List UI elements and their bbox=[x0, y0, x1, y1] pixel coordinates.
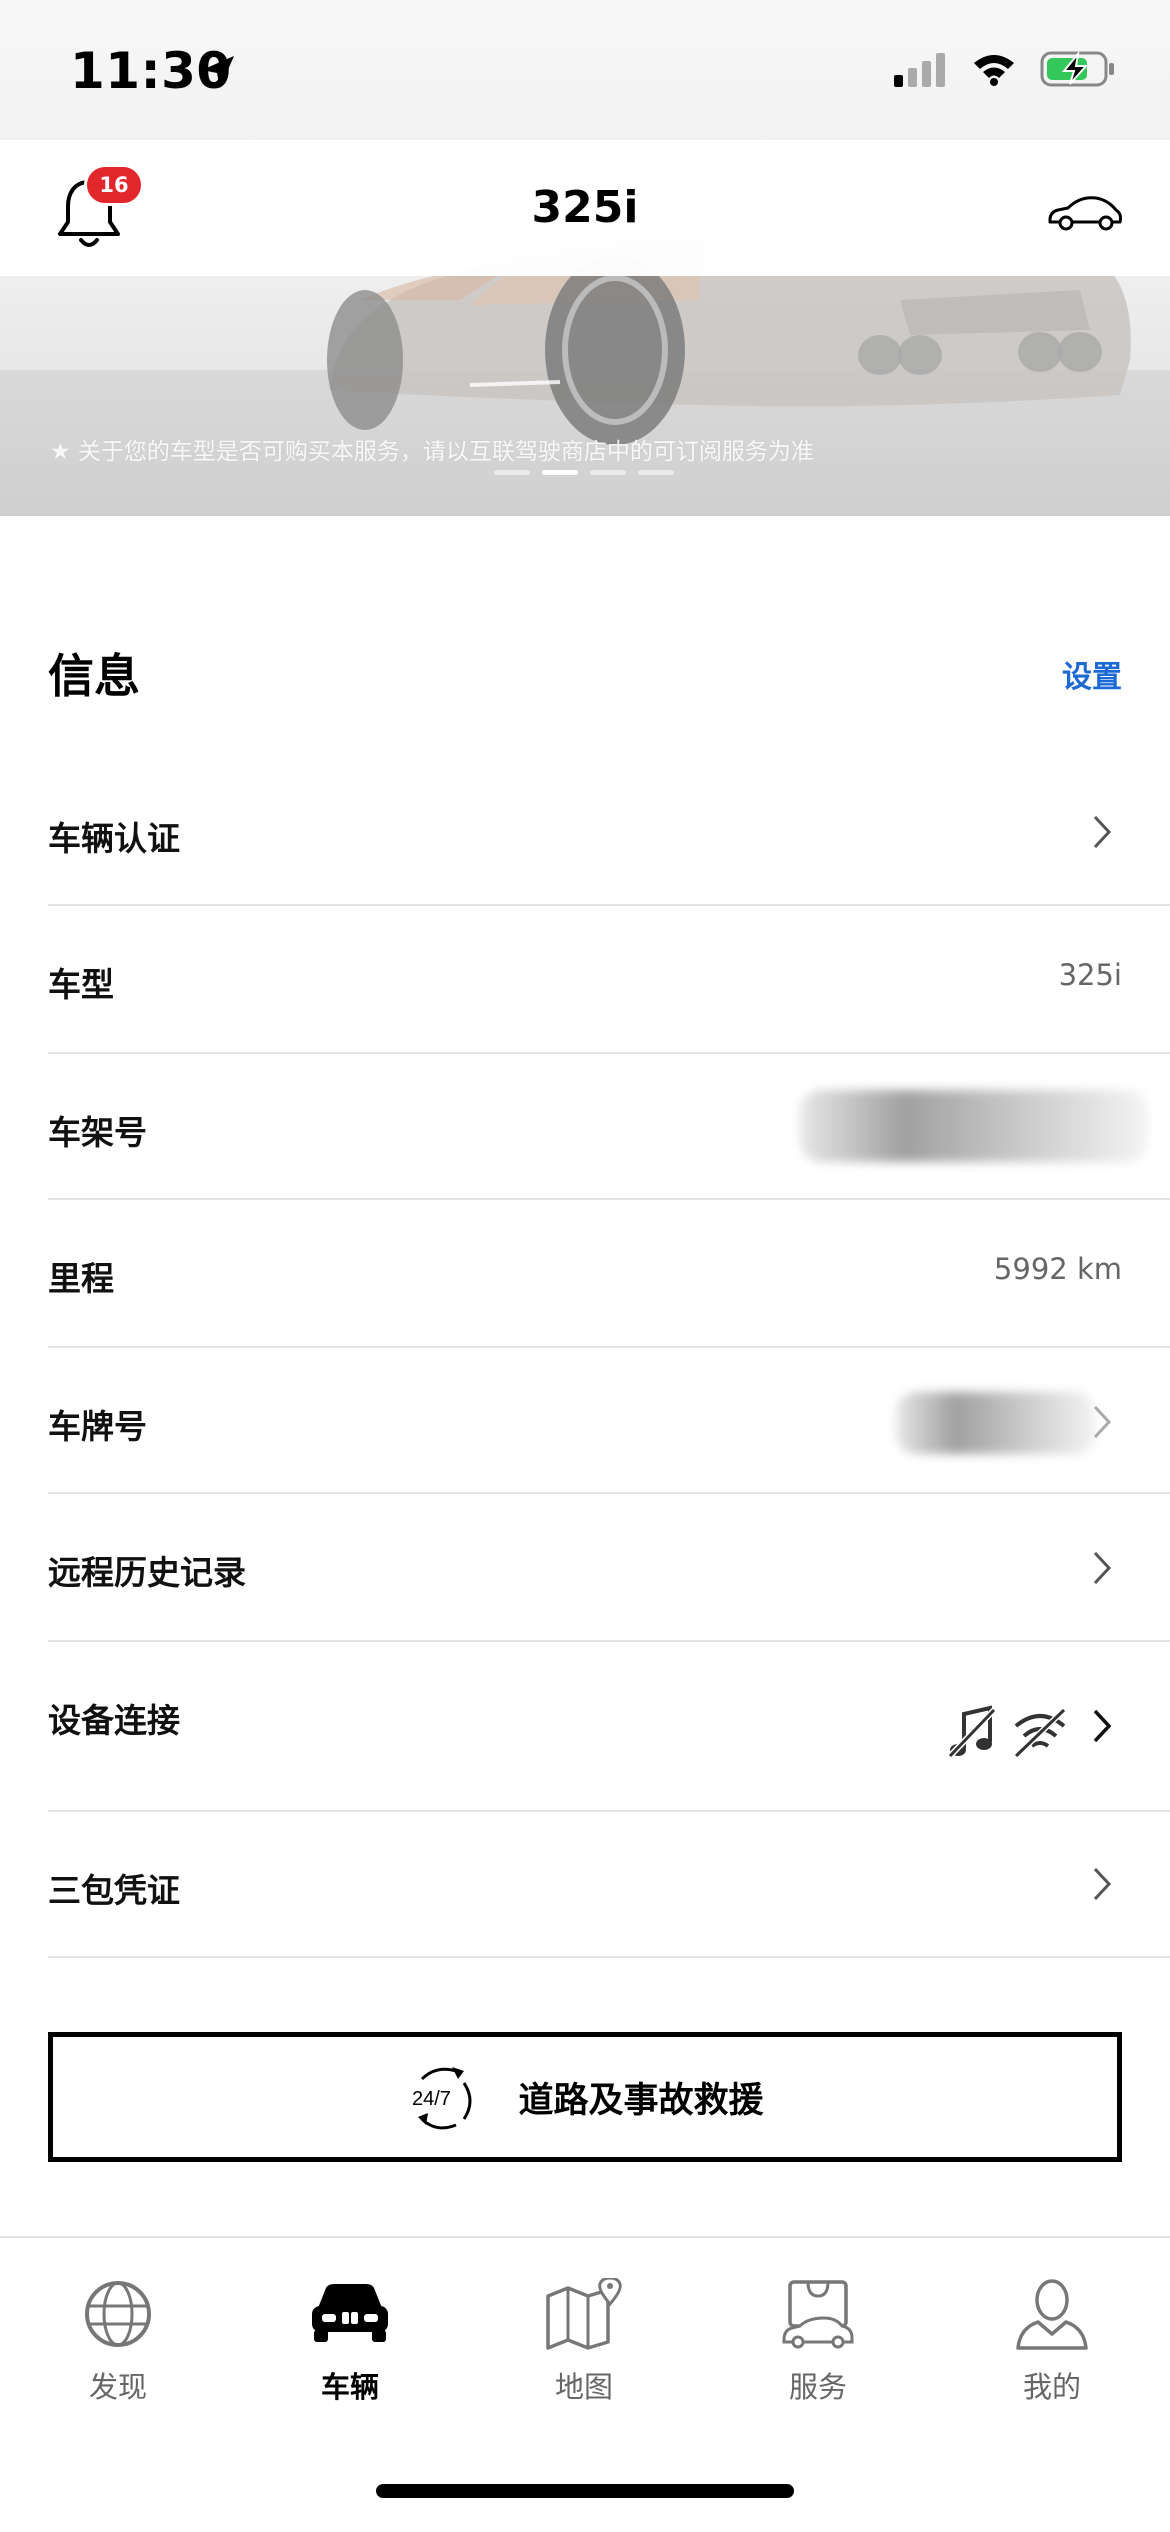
globe-icon bbox=[85, 2281, 151, 2347]
tab-vehicle[interactable]: 车辆 bbox=[260, 2278, 440, 2406]
row-vin: 车架号 bbox=[48, 1054, 1170, 1200]
row-license-plate[interactable]: 车牌号 bbox=[48, 1348, 1170, 1494]
tab-label: 地图 bbox=[554, 2370, 613, 2404]
tab-label: 车辆 bbox=[320, 2370, 379, 2404]
tab-label: 服务 bbox=[788, 2370, 847, 2404]
row-mileage: 里程 5992 km bbox=[48, 1200, 1170, 1348]
map-pin-icon bbox=[546, 2278, 622, 2350]
status-bar: 11:30 bbox=[0, 0, 1170, 140]
carousel-dot-active[interactable] bbox=[542, 470, 578, 475]
rescue-icon-text: 24/7 bbox=[412, 2088, 451, 2110]
status-indicators bbox=[892, 50, 1116, 88]
wifi-disabled-icon bbox=[1013, 1707, 1067, 1758]
row-value: 5992 km bbox=[993, 1252, 1122, 1286]
carousel-dot[interactable] bbox=[494, 470, 530, 475]
redacted-plate bbox=[896, 1392, 1096, 1454]
battery-charging-icon bbox=[1040, 50, 1114, 87]
tab-map[interactable]: 地图 bbox=[494, 2278, 674, 2406]
tab-discover[interactable]: 发现 bbox=[28, 2278, 208, 2406]
roadside-assistance-button[interactable]: 24/7 道路及事故救援 bbox=[48, 2032, 1122, 2162]
tab-label: 我的 bbox=[1022, 2370, 1081, 2404]
chevron-right-icon bbox=[1093, 1867, 1112, 1901]
row-label: 远程历史记录 bbox=[48, 1553, 246, 1592]
tab-mine[interactable]: 我的 bbox=[962, 2278, 1142, 2406]
chevron-right-icon bbox=[1093, 815, 1112, 849]
user-profile-icon bbox=[1016, 2279, 1088, 2350]
car-service-bag-icon bbox=[782, 2280, 854, 2349]
car-front-icon bbox=[312, 2284, 388, 2342]
row-label: 车牌号 bbox=[48, 1407, 147, 1446]
row-vehicle-certification[interactable]: 车辆认证 bbox=[48, 760, 1170, 906]
wifi-icon bbox=[974, 55, 1014, 86]
row-device-connection[interactable]: 设备连接 bbox=[48, 1642, 1170, 1812]
hero-disclaimer: ★ 关于您的车型是否可购买本服务，请以互联驾驶商店中的可订阅服务为准 bbox=[50, 439, 814, 465]
row-value: 325i bbox=[1058, 958, 1122, 992]
app-screen: ★ 关于您的车型是否可购买本服务，请以互联驾驶商店中的可订阅服务为准 11:30 bbox=[0, 0, 1170, 2532]
row-label: 三包凭证 bbox=[48, 1871, 180, 1910]
row-label: 设备连接 bbox=[48, 1701, 180, 1740]
music-disabled-icon bbox=[947, 1705, 997, 1759]
settings-link[interactable]: 设置 bbox=[1062, 652, 1122, 696]
row-label: 车辆认证 bbox=[48, 819, 180, 858]
carousel-dot[interactable] bbox=[638, 470, 674, 475]
location-arrow-icon bbox=[202, 56, 234, 88]
page-title: 325i bbox=[531, 182, 639, 233]
roadside-assistance-label: 道路及事故救援 bbox=[518, 2080, 764, 2121]
carousel-dots[interactable] bbox=[494, 470, 674, 475]
cellular-signal-icon bbox=[894, 53, 945, 87]
row-label: 车型 bbox=[48, 965, 114, 1004]
car-outline-icon[interactable] bbox=[1046, 190, 1124, 234]
row-remote-history[interactable]: 远程历史记录 bbox=[48, 1494, 1170, 1642]
row-label: 车架号 bbox=[48, 1113, 147, 1152]
redacted-vin bbox=[800, 1090, 1148, 1162]
row-label: 里程 bbox=[48, 1259, 114, 1298]
home-indicator[interactable] bbox=[376, 2484, 794, 2498]
row-model: 车型 325i bbox=[48, 906, 1170, 1054]
tab-services[interactable]: 服务 bbox=[728, 2278, 908, 2406]
top-header: 16 325i bbox=[0, 140, 1170, 276]
section-heading: 信息 bbox=[48, 649, 140, 703]
row-warranty[interactable]: 三包凭证 bbox=[48, 1812, 1170, 1958]
chevron-right-icon bbox=[1093, 1551, 1112, 1585]
tab-label: 发现 bbox=[88, 2370, 147, 2404]
carousel-dot[interactable] bbox=[590, 470, 626, 475]
roadside-24-7-icon: 24/7 bbox=[412, 2067, 472, 2130]
chevron-right-icon bbox=[1093, 1709, 1112, 1743]
chevron-right-icon bbox=[1093, 1405, 1112, 1439]
